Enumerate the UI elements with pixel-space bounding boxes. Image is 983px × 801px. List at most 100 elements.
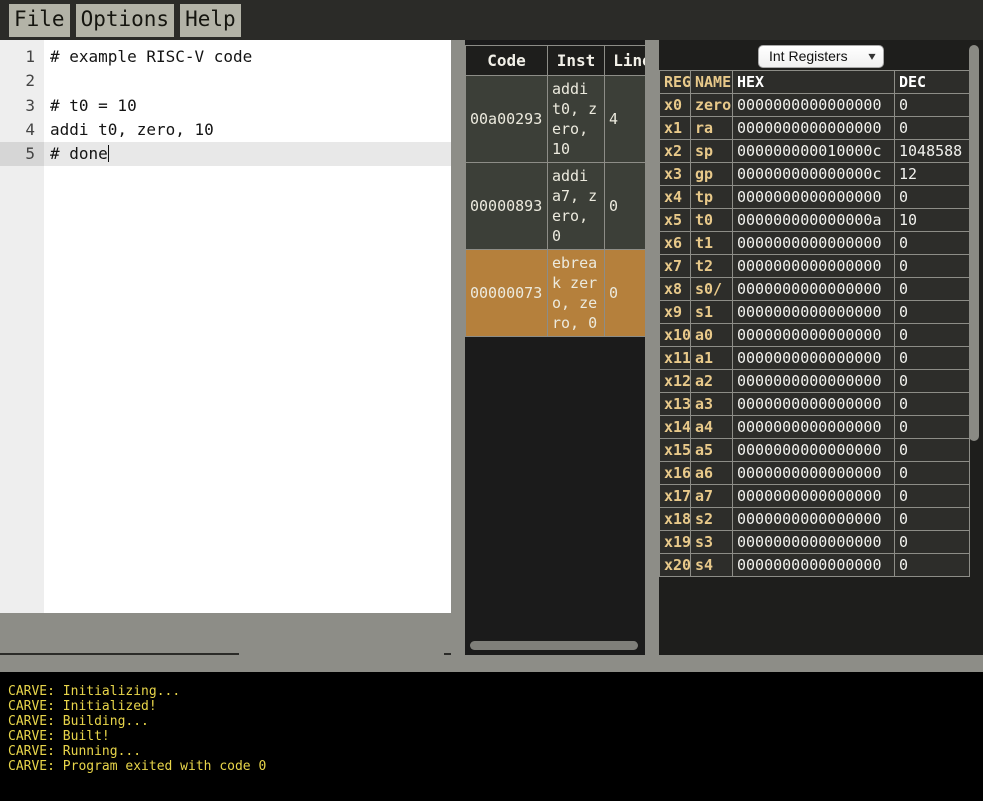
code-editor[interactable]: 1 2 3 4 5 # example RISC-V code # t0 = 1… [0,40,451,613]
register-row[interactable]: x11a100000000000000000 [660,347,970,370]
cell-inst: addi a7, zero, 0 [548,163,605,250]
table-header-row: REG NAME HEX DEC [660,71,970,94]
console-line: CARVE: Running... [8,744,983,759]
register-row[interactable]: x19s300000000000000000 [660,531,970,554]
cell-reg: x11 [660,347,691,370]
cell-name: s0/ fp [691,278,733,301]
line-number: 4 [0,118,44,142]
register-row[interactable]: x2sp000000000010000c1048588 [660,140,970,163]
editor-code-divider[interactable] [451,40,465,655]
scrollbar-thumb[interactable] [470,641,638,650]
register-type-value: Int Registers [769,48,848,64]
cell-hex: 000000000000000c [733,163,895,186]
cell-hex: 0000000000000000 [733,462,895,485]
register-row[interactable]: x7t200000000000000000 [660,255,970,278]
cell-dec: 10 [895,209,970,232]
cell-hex: 0000000000000000 [733,370,895,393]
disassembly-horizontal-scrollbar[interactable] [468,640,642,651]
register-row[interactable]: x10a000000000000000000 [660,324,970,347]
console-output[interactable]: CARVE: Initializing... CARVE: Initialize… [0,672,983,801]
cell-dec: 0 [895,439,970,462]
register-row[interactable]: x12a200000000000000000 [660,370,970,393]
cell-name: s2 [691,508,733,531]
scrollbar-thumb[interactable] [969,45,979,441]
register-row[interactable]: x14a400000000000000000 [660,416,970,439]
cell-code: 00a00293 [466,76,548,163]
cell-dec: 12 [895,163,970,186]
register-type-dropdown[interactable]: Int Registers ▾ [758,45,884,68]
register-table: REG NAME HEX DEC x0zero00000000000000000… [659,70,970,577]
register-row[interactable]: x1ra00000000000000000 [660,117,970,140]
register-row[interactable]: x16a600000000000000000 [660,462,970,485]
table-row[interactable]: 00a00293 addi t0, zero, 10 4 [466,76,646,163]
register-row[interactable]: x18s200000000000000000 [660,508,970,531]
line-number: 1 [0,45,44,69]
text-caret [108,145,109,162]
cell-name: a3 [691,393,733,416]
register-row[interactable]: x4tp00000000000000000 [660,186,970,209]
cell-hex: 0000000000000000 [733,416,895,439]
cell-name: a5 [691,439,733,462]
console-line: CARVE: Built! [8,729,983,744]
cell-reg: x13 [660,393,691,416]
menu-options[interactable]: Options [76,4,175,37]
cell-dec: 0 [895,255,970,278]
cell-name: s4 [691,554,733,577]
cell-line: 4 [605,76,646,163]
register-row[interactable]: x13a300000000000000000 [660,393,970,416]
cell-dec: 0 [895,232,970,255]
cell-reg: x5 [660,209,691,232]
register-row[interactable]: x3gp000000000000000c12 [660,163,970,186]
cell-reg: x12 [660,370,691,393]
cell-hex: 0000000000000000 [733,255,895,278]
register-row[interactable]: x15a500000000000000000 [660,439,970,462]
cell-reg: x16 [660,462,691,485]
cell-name: a2 [691,370,733,393]
table-row[interactable]: 00000893 addi a7, zero, 0 0 [466,163,646,250]
cell-dec: 0 [895,370,970,393]
cell-reg: x18 [660,508,691,531]
cell-name: sp [691,140,733,163]
cell-reg: x10 [660,324,691,347]
code-register-divider[interactable] [645,40,659,655]
column-header-reg: REG [660,71,691,94]
disassembly-panel: Code Inst Line 00a00293 addi t0, zero, 1… [465,40,645,655]
chevron-down-icon: ▾ [868,49,875,63]
cell-name: tp [691,186,733,209]
register-row[interactable]: x20s400000000000000000 [660,554,970,577]
cell-code: 00000073 [466,250,548,337]
register-selector-bar: Int Registers ▾ [659,40,983,68]
register-row[interactable]: x5t0000000000000000a10 [660,209,970,232]
carve-simulator-window: File Options Help 1 2 3 4 5 # example RI… [0,0,983,801]
panel-separator [0,655,983,672]
cell-dec: 1048588 [895,140,970,163]
cell-dec: 0 [895,393,970,416]
cell-dec: 0 [895,462,970,485]
register-row[interactable]: x6t100000000000000000 [660,232,970,255]
cell-hex: 0000000000000000 [733,485,895,508]
cell-hex: 0000000000000000 [733,94,895,117]
cell-reg: x1 [660,117,691,140]
register-row[interactable]: x17a700000000000000000 [660,485,970,508]
cell-hex: 0000000000000000 [733,531,895,554]
register-row[interactable]: x8s0/ fp00000000000000000 [660,278,970,301]
register-vertical-scrollbar[interactable] [969,45,979,648]
cell-reg: x2 [660,140,691,163]
cell-dec: 0 [895,508,970,531]
cell-reg: x20 [660,554,691,577]
cell-dec: 0 [895,554,970,577]
menu-help[interactable]: Help [180,4,241,37]
cell-name: gp [691,163,733,186]
register-row[interactable]: x9s100000000000000000 [660,301,970,324]
cell-hex: 000000000000000a [733,209,895,232]
cell-hex: 0000000000000000 [733,278,895,301]
menu-file[interactable]: File [9,4,70,37]
editor-line: # example RISC-V code [44,45,451,69]
table-row-current-instruction[interactable]: 00000073 ebreak zero, zero, 0 0 [466,250,646,337]
disassembly-table: Code Inst Line 00a00293 addi t0, zero, 1… [465,45,645,337]
cell-dec: 0 [895,117,970,140]
cell-reg: x7 [660,255,691,278]
register-row[interactable]: x0zero00000000000000000 [660,94,970,117]
editor-text-area[interactable]: # example RISC-V code # t0 = 10 addi t0,… [44,40,451,613]
cell-reg: x3 [660,163,691,186]
